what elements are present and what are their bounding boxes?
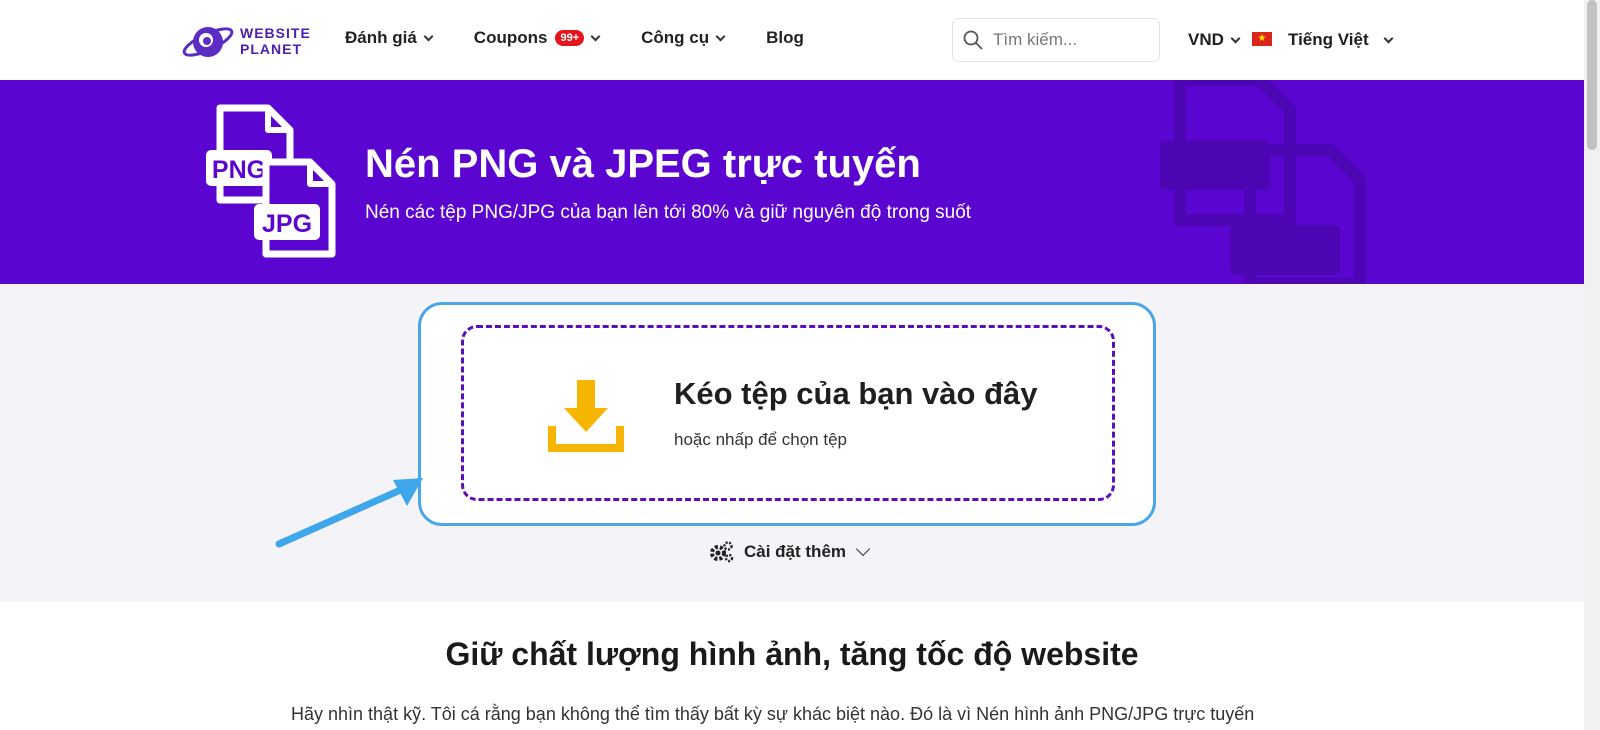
main-nav: Đánh giá Coupons 99+ Công cụ Blog [345, 28, 846, 48]
logo-text-line1: WEBSITE [240, 25, 311, 41]
chevron-down-icon [590, 31, 601, 41]
nav-reviews-label: Đánh giá [345, 28, 417, 47]
planet-logo-icon [182, 27, 234, 57]
png-jpg-watermark-icon [1160, 80, 1366, 284]
scrollbar-thumb[interactable] [1587, 0, 1597, 150]
hero-banner: PNG JPG Nén PNG và JPEG trực tuyến Nén c… [0, 80, 1584, 284]
jpg-icon-label: JPG [262, 210, 312, 238]
vertical-scrollbar[interactable] [1584, 0, 1600, 730]
chevron-down-icon [1383, 33, 1394, 43]
drop-zone-title: Kéo tệp của bạn vào đây [674, 376, 1038, 411]
nav-tools[interactable]: Công cụ [641, 28, 726, 48]
currency-selector[interactable]: VND [1188, 30, 1241, 50]
download-icon [548, 380, 624, 452]
vietnam-flag-icon: ★ [1252, 32, 1272, 46]
drop-zone-subtitle: hoặc nhấp để chọn tệp [674, 430, 847, 449]
gears-icon [710, 541, 734, 563]
pointer-arrow-annotation [275, 478, 423, 548]
logo-text: WEBSITE PLANET [240, 25, 311, 57]
search-icon [963, 30, 983, 50]
file-drop-zone-dashed-border: Kéo tệp của bạn vào đây hoặc nhấp để chọ… [461, 325, 1115, 501]
nav-blog[interactable]: Blog [766, 28, 804, 48]
search-box[interactable] [952, 18, 1160, 62]
nav-coupons[interactable]: Coupons 99+ [473, 28, 601, 48]
section-paragraph: Hãy nhìn thật kỹ. Tôi cá rằng bạn không … [291, 704, 1255, 724]
coupons-count-badge: 99+ [555, 30, 585, 46]
currency-label: VND [1188, 30, 1224, 49]
nav-tools-label: Công cụ [641, 28, 710, 47]
website-planet-logo[interactable]: WEBSITE PLANET [180, 20, 320, 62]
nav-blog-label: Blog [766, 28, 804, 47]
nav-reviews[interactable]: Đánh giá [345, 28, 434, 48]
png-jpg-files-icon: PNG JPG [206, 104, 336, 258]
nav-coupons-label: Coupons [473, 28, 548, 47]
language-selector[interactable]: Tiếng Việt [1288, 30, 1394, 50]
site-header: WEBSITE PLANET Đánh giá Coupons 99+ Công… [0, 0, 1584, 80]
section-heading: Giữ chất lượng hình ảnh, tăng tốc độ web… [445, 636, 1139, 672]
language-label: Tiếng Việt [1288, 30, 1369, 49]
chevron-down-icon [1230, 33, 1241, 43]
logo-text-line2: PLANET [240, 41, 302, 57]
more-settings-toggle[interactable]: Cài đặt thêm [708, 540, 871, 564]
chevron-down-icon [855, 541, 871, 557]
page-title: Nén PNG và JPEG trực tuyến [365, 142, 921, 186]
chevron-down-icon [423, 31, 434, 41]
file-drop-zone[interactable]: Kéo tệp của bạn vào đây hoặc nhấp để chọ… [418, 302, 1156, 526]
chevron-down-icon [715, 31, 726, 41]
png-icon-label: PNG [212, 156, 266, 184]
search-input[interactable] [993, 30, 1143, 50]
more-settings-label: Cài đặt thêm [744, 542, 847, 561]
page-subtitle: Nén các tệp PNG/JPG của bạn lên tới 80% … [365, 202, 972, 223]
